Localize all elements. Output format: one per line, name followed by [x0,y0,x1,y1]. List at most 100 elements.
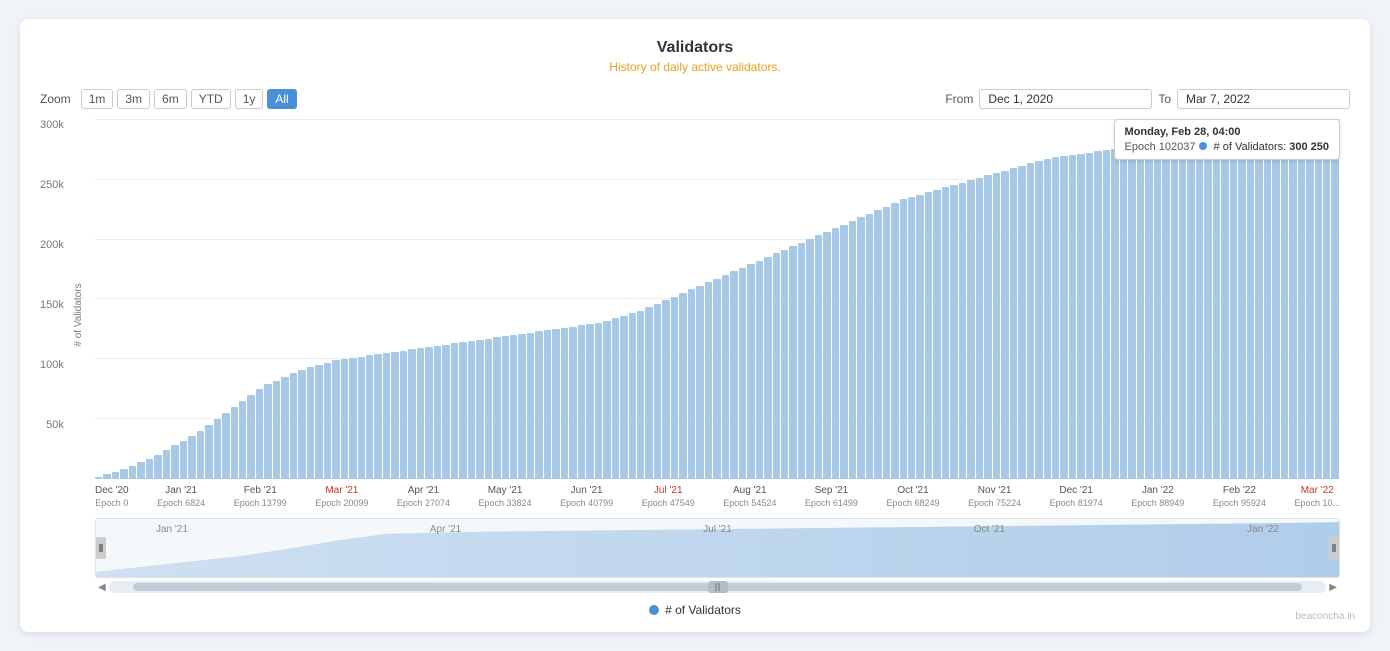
bar-item[interactable] [518,334,525,479]
bar-item[interactable] [1230,132,1237,479]
bar-item[interactable] [417,348,424,479]
bar-item[interactable] [341,359,348,479]
bar-item[interactable] [324,363,331,479]
bar-item[interactable] [442,345,449,479]
bar-item[interactable] [332,360,339,479]
bar-item[interactable] [900,199,907,479]
bar-item[interactable] [806,239,813,479]
bar-item[interactable] [1035,161,1042,479]
bar-item[interactable] [1010,168,1017,479]
bar-item[interactable] [493,337,500,479]
bar-item[interactable] [984,175,991,479]
bar-item[interactable] [1077,154,1084,479]
bar-item[interactable] [146,459,153,479]
zoom-all[interactable]: All [267,89,296,109]
bar-item[interactable] [264,384,271,479]
bar-item[interactable] [1086,153,1093,479]
navigator[interactable]: Jan '21 Apr '21 Jul '21 Oct '21 Jan '22 [95,518,1340,578]
bar-item[interactable] [1128,147,1135,479]
bar-item[interactable] [739,268,746,479]
bar-item[interactable] [756,261,763,479]
bar-item[interactable] [1171,141,1178,479]
bar-item[interactable] [629,313,636,479]
bar-item[interactable] [349,358,356,479]
bar-item[interactable] [1069,155,1076,479]
bar-item[interactable] [849,221,856,479]
zoom-ytd[interactable]: YTD [191,89,231,109]
bar-item[interactable] [180,441,187,479]
bar-item[interactable] [764,257,771,479]
bar-item[interactable] [722,275,729,479]
bar-item[interactable] [400,351,407,479]
bar-item[interactable] [307,367,314,479]
bar-item[interactable] [815,235,822,479]
bar-item[interactable] [789,246,796,479]
bar-item[interactable] [637,311,644,479]
bar-item[interactable] [408,349,415,479]
bar-item[interactable] [298,370,305,479]
bar-item[interactable] [205,425,212,479]
bar-item[interactable] [120,469,127,479]
bar-item[interactable] [891,203,898,479]
bar-item[interactable] [1213,135,1220,479]
bar-item[interactable] [1323,119,1330,479]
bar-item[interactable] [713,279,720,479]
bar-item[interactable] [1281,125,1288,479]
bar-item[interactable] [1315,120,1322,479]
zoom-3m[interactable]: 3m [117,89,150,109]
bar-item[interactable] [374,354,381,479]
bar-item[interactable] [535,331,542,479]
bar-item[interactable] [993,173,1000,479]
bar-item[interactable] [468,341,475,479]
bar-item[interactable] [671,297,678,479]
bar-item[interactable] [451,343,458,479]
zoom-6m[interactable]: 6m [154,89,187,109]
bar-item[interactable] [1255,129,1262,479]
bar-item[interactable] [434,346,441,479]
bar-item[interactable] [781,250,788,479]
bar-item[interactable] [1238,131,1245,479]
bar-item[interactable] [603,321,610,479]
from-date-input[interactable] [979,89,1152,109]
bar-item[interactable] [747,264,754,479]
bar-item[interactable] [315,365,322,479]
scroll-left-arrow[interactable]: ◀ [95,582,109,593]
bar-item[interactable] [1196,137,1203,479]
bar-item[interactable] [925,192,932,479]
bar-item[interactable] [510,335,517,479]
bar-item[interactable] [214,419,221,479]
navigator-handle-left[interactable] [96,537,106,559]
bar-item[interactable] [154,455,161,479]
zoom-1y[interactable]: 1y [235,89,264,109]
bar-item[interactable] [197,431,204,479]
bar-item[interactable] [916,195,923,479]
bar-item[interactable] [1264,127,1271,479]
bar-item[interactable] [222,413,229,479]
bar-item[interactable] [476,340,483,479]
bar-item[interactable] [1094,151,1101,479]
bar-item[interactable] [1204,136,1211,479]
bar-item[interactable] [290,373,297,479]
bar-item[interactable] [239,401,246,479]
bar-item[interactable] [679,293,686,479]
bar-item[interactable] [773,253,780,479]
bar-item[interactable] [1145,144,1152,479]
bar-item[interactable] [163,450,170,479]
navigator-handle-right[interactable] [1329,537,1339,559]
bar-item[interactable] [544,330,551,479]
bar-item[interactable] [366,355,373,479]
bar-item[interactable] [1154,143,1161,479]
bar-item[interactable] [1137,145,1144,479]
bar-item[interactable] [1111,149,1118,479]
scroll-center-handle[interactable] [708,581,728,593]
bar-item[interactable] [247,395,254,479]
bar-item[interactable] [654,304,661,479]
bar-item[interactable] [1247,130,1254,479]
bar-item[interactable] [620,316,627,479]
bar-item[interactable] [358,357,365,479]
bar-item[interactable] [1018,166,1025,479]
bar-item[interactable] [933,190,940,479]
bar-item[interactable] [171,445,178,479]
bar-item[interactable] [1060,156,1067,479]
bar-item[interactable] [688,289,695,479]
